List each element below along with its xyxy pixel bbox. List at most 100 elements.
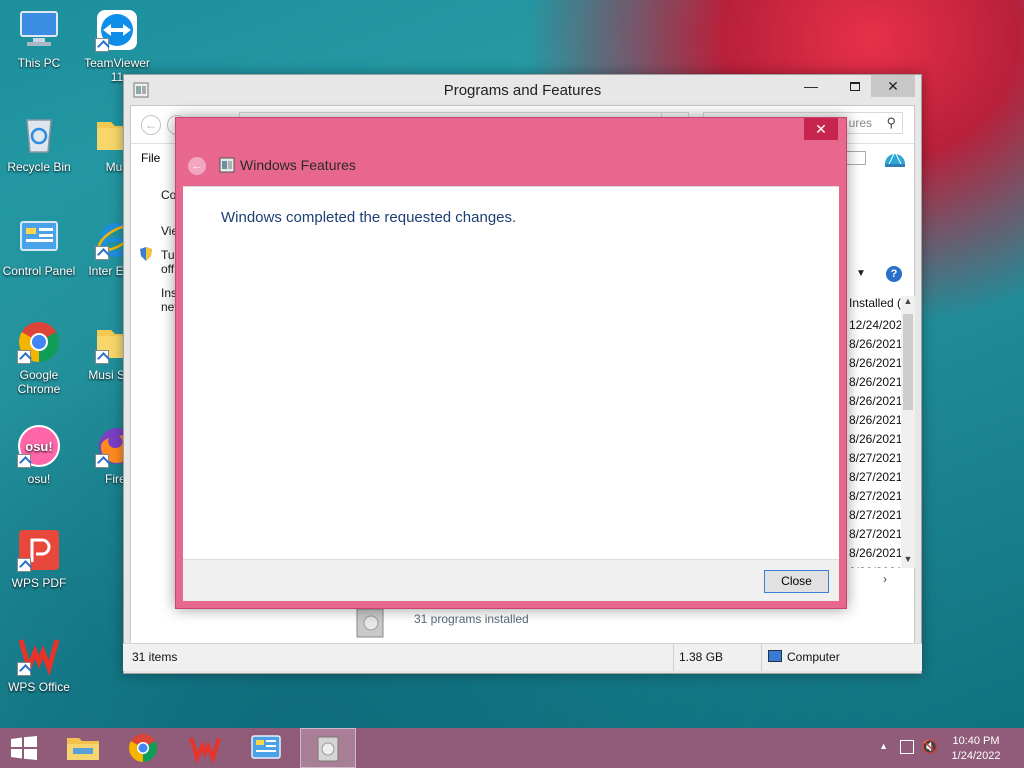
taskbar-chrome[interactable] [115, 728, 171, 768]
dialog-title: Windows Features [240, 157, 356, 173]
installed-date-cell[interactable]: 8/27/2021 [849, 470, 901, 489]
chrome-icon [17, 320, 61, 364]
status-bar: 31 items 1.38 GB Computer [123, 643, 922, 671]
installed-date-cell[interactable]: 12/24/202 [849, 318, 901, 337]
wps-office-icon [17, 632, 61, 676]
minimize-icon: — [804, 78, 818, 94]
desktop-icon-label: osu! [27, 472, 51, 486]
shell-icon[interactable] [883, 146, 907, 168]
desktop-icon-wps-office[interactable]: WPS Office [0, 632, 78, 694]
vertical-scrollbar[interactable]: ▲ ▼ [901, 296, 915, 568]
dialog-close-x-button[interactable]: ✕ [804, 118, 838, 140]
window-titlebar[interactable]: Programs and Features — ✕ [124, 75, 921, 105]
recycle-bin-icon [17, 112, 61, 156]
shield-icon [139, 246, 153, 262]
installed-date-cell[interactable]: 8/26/2021 [849, 337, 901, 356]
shortcut-arrow-icon [95, 246, 109, 260]
status-divider [761, 644, 762, 671]
installed-date-cell[interactable]: 8/26/2021 [849, 413, 901, 432]
window-close-button[interactable]: ✕ [871, 75, 915, 97]
dialog-back-button[interactable]: ← [188, 157, 206, 175]
status-size: 1.38 GB [679, 650, 724, 664]
programs-and-features-icon [317, 736, 339, 762]
organize-dropdown-icon[interactable]: ▼ [856, 268, 866, 279]
start-button[interactable] [10, 736, 38, 760]
clock-time: 10:40 PM [952, 735, 1000, 747]
back-button[interactable]: ← [141, 115, 161, 135]
shortcut-arrow-icon [17, 558, 31, 572]
dialog-content: Windows completed the requested changes. [183, 186, 839, 559]
clock[interactable]: 10:40 PM 1/24/2022 [946, 734, 1006, 764]
svg-text:osu!: osu! [25, 439, 52, 454]
wps-office-icon [189, 737, 221, 764]
desktop-icon-label: Google Chrome [17, 368, 61, 396]
shortcut-arrow-icon [95, 38, 109, 52]
taskbar-programs-and-features[interactable] [300, 728, 356, 768]
column-header-installed-on[interactable]: Installed ( [849, 296, 901, 314]
close-icon: ✕ [887, 78, 899, 94]
status-location: Computer [787, 650, 840, 664]
scroll-thumb[interactable] [903, 314, 913, 410]
show-hidden-icons-icon[interactable]: ▲ [879, 741, 888, 751]
installed-date-cell[interactable]: 8/26/2021 [849, 432, 901, 451]
desktop-icon-label: This PC [17, 56, 61, 70]
desktop-icon-recycle-bin[interactable]: Recycle Bin [0, 112, 78, 174]
menu-file[interactable]: File [141, 151, 160, 165]
help-icon[interactable]: ? [886, 266, 902, 282]
shortcut-arrow-icon [17, 454, 31, 468]
installed-date-cell[interactable]: 8/26/2021 [849, 375, 901, 394]
scroll-down-arrow[interactable]: ▼ [901, 554, 915, 568]
taskbar-control-panel[interactable] [238, 728, 294, 768]
shortcut-arrow-icon [17, 350, 31, 364]
installed-date-cell[interactable]: 8/26/2021 [849, 394, 901, 413]
desktop-icon-label: Control Panel [2, 264, 76, 278]
scroll-right-arrow[interactable]: › [883, 572, 887, 586]
desktop-icon-google-chrome[interactable]: Google Chrome [0, 320, 78, 396]
status-item-count: 31 items [132, 650, 178, 664]
osu-icon: osu! [17, 424, 61, 468]
desktop-icon-label: WPS Office [8, 680, 70, 694]
scroll-up-arrow[interactable]: ▲ [901, 296, 915, 310]
volume-muted-icon[interactable]: 🔇 [922, 739, 938, 755]
windows-features-dialog: ✕ ← Windows Features Windows completed t… [175, 117, 847, 609]
teamviewer-icon [95, 8, 139, 52]
installed-date-cell[interactable]: 8/27/2021 [849, 508, 901, 527]
computer-icon [768, 650, 782, 662]
shortcut-arrow-icon [17, 662, 31, 676]
desktop-icon-control-panel[interactable]: Control Panel [0, 216, 78, 278]
back-arrow-icon: ← [191, 160, 203, 172]
programs-installed-summary: 31 programs installed [414, 612, 529, 626]
shortcut-arrow-icon [95, 350, 109, 364]
programs-summary-icon [353, 608, 389, 639]
installed-date-cell[interactable]: 8/27/2021 [849, 527, 901, 546]
taskbar-file-explorer[interactable] [55, 728, 111, 768]
installed-dates-list: 12/24/202 8/26/2021 8/26/2021 8/26/2021 8/26… [849, 318, 901, 568]
shortcut-arrow-icon [95, 454, 109, 468]
installed-date-cell[interactable]: 8/27/2021 [849, 451, 901, 470]
installed-date-cell[interactable]: 8/26/2021 [849, 356, 901, 375]
control-panel-icon [251, 735, 281, 759]
desktop-icon-teamviewer[interactable]: TeamViewer 11 [78, 8, 156, 84]
computer-icon [17, 8, 61, 52]
close-button[interactable]: Close [764, 570, 829, 593]
dialog-header: ← Windows Features [186, 148, 786, 182]
taskbar-wps-office[interactable] [177, 728, 233, 768]
control-panel-icon [17, 216, 61, 260]
maximize-icon [850, 82, 860, 91]
dialog-message: Windows completed the requested changes. [221, 209, 517, 226]
desktop-icon-wps-pdf[interactable]: WPS PDF [0, 528, 78, 590]
desktop-icon-osu[interactable]: osu! osu! [0, 424, 78, 486]
search-icon: ⚲ [886, 115, 896, 130]
wps-pdf-icon [17, 528, 61, 572]
desktop-icon-this-pc[interactable]: This PC [0, 8, 78, 70]
taskbar: ▲ 🔇 10:40 PM 1/24/2022 [0, 728, 1024, 768]
view-options-icon[interactable] [846, 151, 866, 165]
installed-date-cell[interactable]: 8/26/2021 [849, 546, 901, 565]
dialog-footer: Close [183, 559, 839, 601]
installed-date-cell[interactable]: 8/26/2021 [849, 565, 901, 568]
minimize-button[interactable]: — [789, 75, 833, 97]
network-icon[interactable] [900, 740, 914, 754]
file-explorer-icon [67, 738, 99, 760]
installed-date-cell[interactable]: 8/27/2021 [849, 489, 901, 508]
back-arrow-icon: ← [145, 118, 157, 132]
